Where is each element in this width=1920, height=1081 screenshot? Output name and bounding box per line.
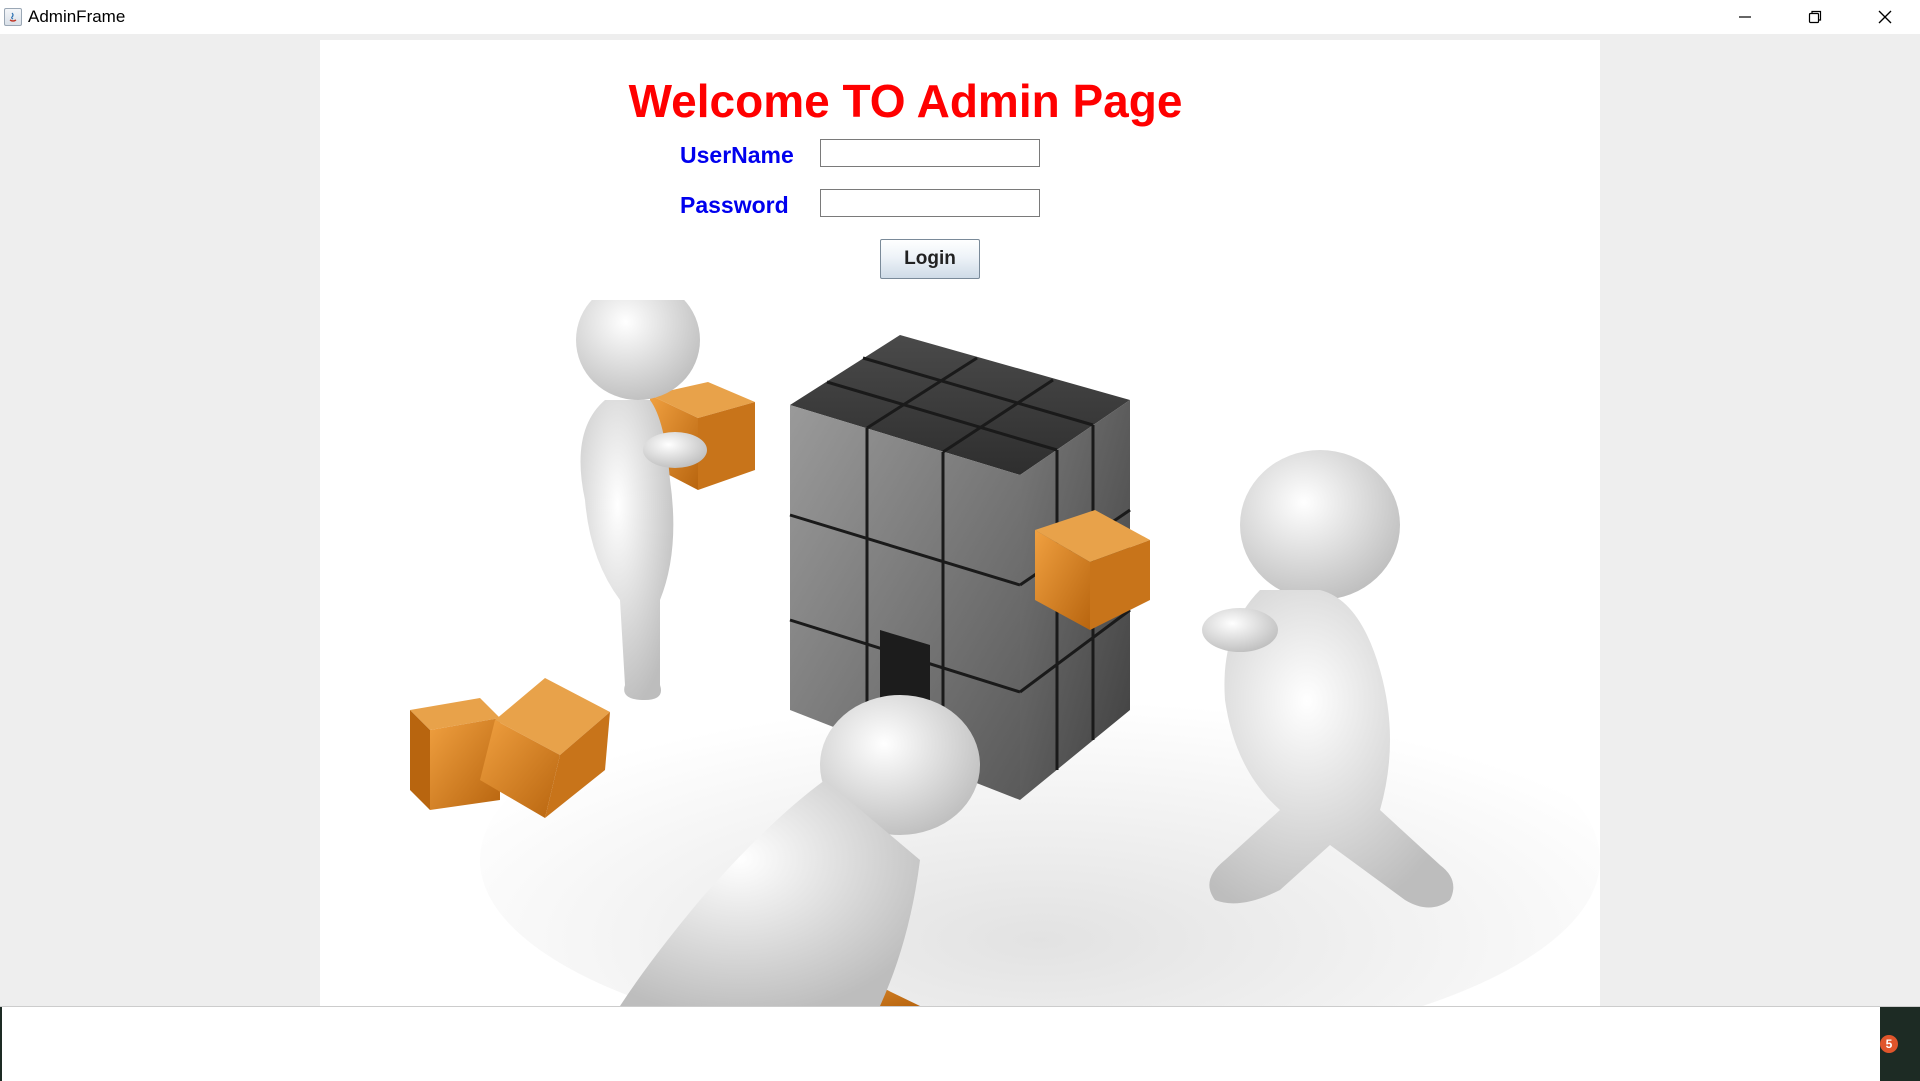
minimize-button[interactable] [1710,0,1780,34]
window-content: Welcome TO Admin Page UserName Password … [0,34,1920,1006]
notification-badge: 5 [1880,1035,1898,1053]
password-label: Password [680,192,789,218]
close-icon [1878,10,1892,24]
taskbar: 5 [0,1006,1920,1081]
tray-icon[interactable]: 5 [1880,1007,1920,1081]
java-app-icon [4,8,22,26]
taskbar-left-edge [0,1007,2,1081]
restore-icon [1808,10,1822,24]
username-input[interactable] [820,139,1040,167]
minimize-icon [1739,16,1751,18]
title-bar: AdminFrame [0,0,1920,34]
window-title: AdminFrame [28,7,126,26]
restore-button[interactable] [1780,0,1850,34]
username-label: UserName [680,142,794,168]
login-button[interactable]: Login [880,239,980,279]
team-building-cube-illustration [410,300,1600,1006]
password-input[interactable] [820,189,1040,217]
close-button[interactable] [1850,0,1920,34]
admin-login-panel: Welcome TO Admin Page UserName Password … [320,40,1600,1006]
page-title: Welcome TO Admin Page [628,75,1183,127]
window-controls [1710,0,1920,34]
figure-left [576,300,707,700]
